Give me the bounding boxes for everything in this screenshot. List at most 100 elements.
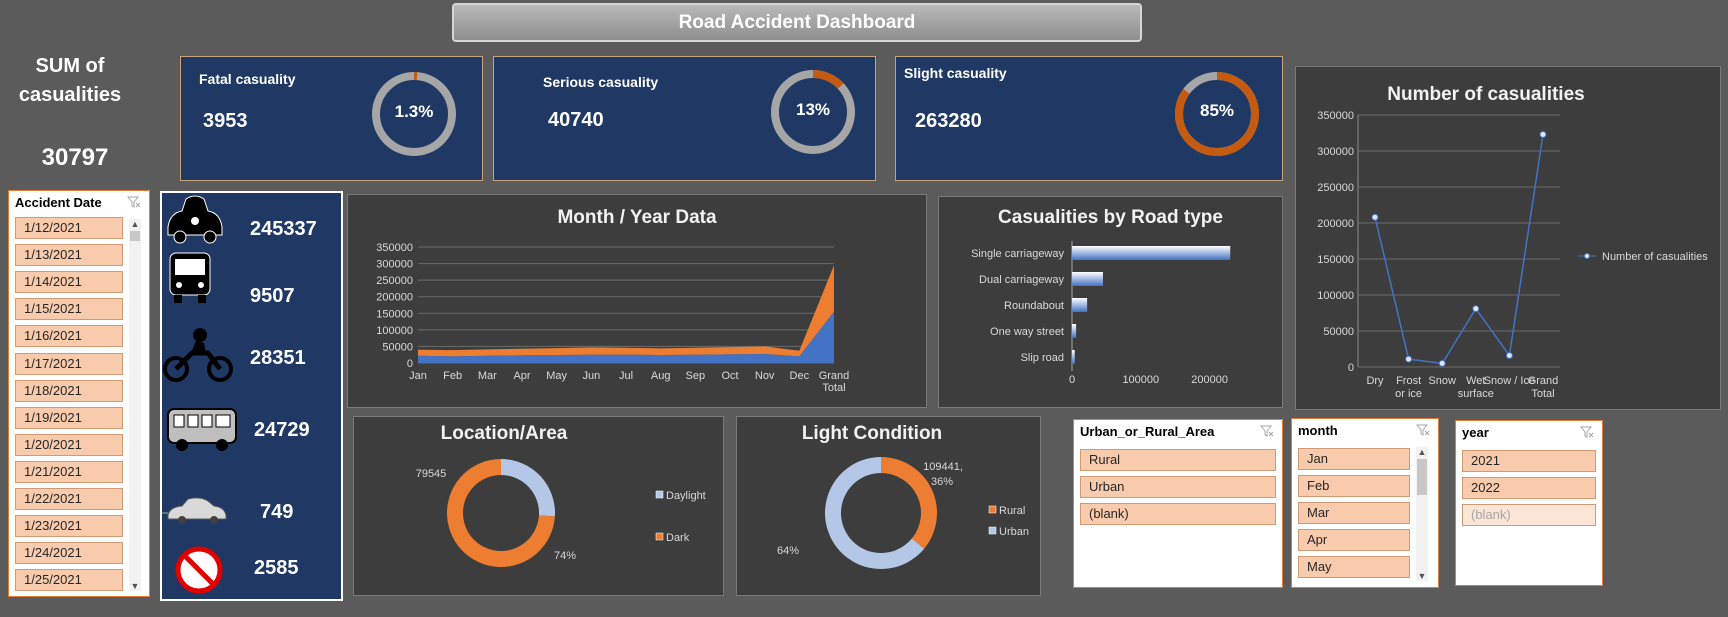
- slicer-item[interactable]: 2021: [1462, 450, 1596, 472]
- bus-icon: [169, 252, 211, 303]
- y-tick-label: 0: [407, 358, 413, 370]
- kpi-value: 40740: [548, 109, 604, 131]
- line-series: [1374, 134, 1544, 365]
- slicer-item[interactable]: 1/19/2021: [15, 406, 123, 429]
- x-tick-label: May: [546, 370, 567, 382]
- slicer-item[interactable]: 1/18/2021: [15, 379, 123, 402]
- slicer-item[interactable]: May: [1298, 556, 1410, 578]
- slicer-item[interactable]: 1/23/2021: [15, 515, 123, 538]
- kpi-value: 263280: [915, 110, 982, 132]
- light-donut-chart: Rural Urban 109441, 36% 64%: [777, 457, 1029, 569]
- sum-label-line1: SUM of: [35, 55, 105, 77]
- slicer-item[interactable]: Rural: [1080, 449, 1276, 471]
- kpi-value: 3953: [203, 110, 248, 132]
- x-tick-label-line: Total: [1531, 388, 1554, 400]
- x-tick-label: Nov: [755, 370, 775, 382]
- slicer-item[interactable]: 1/14/2021: [15, 271, 123, 294]
- y-tick-label: 150000: [1317, 254, 1354, 266]
- clear-filter-icon[interactable]: [1580, 426, 1594, 438]
- y-tick-label: 0: [1348, 362, 1354, 374]
- slicer-item[interactable]: Feb: [1298, 475, 1410, 497]
- slicer-item[interactable]: 1/20/2021: [15, 433, 123, 456]
- area-slicer: Urban_or_Rural_Area Rural Urban (blank): [1073, 419, 1283, 588]
- slicer-item[interactable]: 1/17/2021: [15, 352, 123, 375]
- month-slicer: month Jan Feb Mar Apr May ▲ ▼: [1291, 418, 1439, 588]
- data-label: 64%: [777, 545, 799, 557]
- area-series-2: [418, 265, 834, 357]
- slicer-item[interactable]: Mar: [1298, 502, 1410, 524]
- x-tick-label-line: Snow: [1428, 375, 1456, 387]
- y-tick-label: 150000: [376, 308, 413, 320]
- x-tick-label: Apr: [513, 370, 530, 382]
- kpi-card-fatal: Fatal casuality 3953 1.3%: [180, 56, 483, 181]
- clear-filter-icon[interactable]: [127, 196, 141, 208]
- x-tick-label: Snow: [1428, 375, 1456, 387]
- clear-filter-icon[interactable]: [1260, 425, 1274, 437]
- y-tick-label: Roundabout: [1004, 300, 1064, 312]
- y-tick-label: Slip road: [1021, 352, 1064, 364]
- month-slicer-scrollbar[interactable]: ▲ ▼: [1416, 447, 1428, 581]
- slicer-item[interactable]: 1/24/2021: [15, 542, 123, 565]
- kpi-card-slight: Slight casuality 263280 85%: [895, 56, 1283, 181]
- vehicle-value: 28351: [250, 347, 306, 369]
- slicer-item[interactable]: 1/13/2021: [15, 244, 123, 267]
- scroll-down-icon[interactable]: ▼: [129, 581, 141, 591]
- slicer-item[interactable]: 1/22/2021: [15, 488, 123, 510]
- date-slicer: Accident Date 1/12/2021 1/13/2021 1/14/202…: [8, 190, 150, 597]
- vehicle-value: 9507: [250, 285, 295, 307]
- slicer-item[interactable]: Urban: [1080, 476, 1276, 498]
- x-tick-label-line: Grand: [1528, 375, 1559, 387]
- y-tick-label: Dual carriageway: [979, 274, 1064, 286]
- x-tick-label: Jan: [409, 370, 427, 382]
- bar: [1072, 324, 1077, 338]
- x-tick-label-line: or ice: [1395, 388, 1422, 400]
- x-tick-label-line: surface: [1458, 388, 1494, 400]
- road-type-panel: Casualities by Road type Single carriage…: [938, 196, 1283, 408]
- legend-swatch: [988, 505, 997, 514]
- y-tick-label: One way street: [990, 326, 1064, 338]
- scroll-thumb[interactable]: [1417, 459, 1427, 495]
- data-label: 79545: [416, 468, 447, 480]
- x-tick-label-line: Dry: [1366, 375, 1384, 387]
- bar: [1072, 350, 1075, 364]
- bar: [1072, 272, 1103, 286]
- slicer-item[interactable]: 1/12/2021: [15, 217, 123, 239]
- slicer-title: Accident Date: [15, 195, 102, 210]
- date-slicer-scrollbar[interactable]: ▲ ▼: [129, 219, 141, 591]
- clear-filter-icon[interactable]: [1416, 424, 1430, 436]
- scroll-down-icon[interactable]: ▼: [1416, 571, 1428, 581]
- slicer-item[interactable]: 1/25/2021: [15, 569, 123, 592]
- slicer-item[interactable]: 1/21/2021: [15, 460, 123, 483]
- slicer-item[interactable]: 1/16/2021: [15, 325, 123, 348]
- donut-slice: [501, 459, 555, 517]
- x-tick-label: Sep: [686, 370, 706, 382]
- slicer-item[interactable]: Apr: [1298, 529, 1410, 551]
- legend-marker: [1584, 253, 1590, 259]
- slicer-item[interactable]: (blank): [1462, 504, 1596, 526]
- year-slicer: year 2021 2022 (blank): [1455, 420, 1603, 586]
- road-type-chart: Single carriageway Dual carriageway Rounda…: [971, 241, 1231, 386]
- slicer-item[interactable]: (blank): [1080, 503, 1276, 525]
- vehicle-value: 24729: [254, 419, 310, 441]
- data-label: 36%: [931, 476, 953, 488]
- slicer-item[interactable]: 1/15/2021: [15, 298, 123, 321]
- scroll-up-icon[interactable]: ▲: [1416, 447, 1428, 457]
- kpi-label: Slight casuality: [904, 65, 1007, 81]
- y-tick-label: 100000: [376, 325, 413, 337]
- slicer-item[interactable]: Jan: [1298, 448, 1410, 470]
- x-tick-label-line: Grand: [819, 370, 850, 382]
- legend-swatch: [655, 490, 664, 499]
- scroll-thumb[interactable]: [130, 231, 140, 241]
- slicer-title: year: [1462, 425, 1489, 440]
- kpi-percent: 1.3%: [394, 102, 434, 121]
- x-tick-label: Jul: [619, 370, 633, 382]
- line-point: [1505, 351, 1513, 359]
- dashboard-title: Road Accident Dashboard: [452, 3, 1142, 42]
- x-tick-label: 100000: [1122, 374, 1159, 386]
- slicer-title: Urban_or_Rural_Area: [1080, 424, 1215, 439]
- slicer-item[interactable]: 2022: [1462, 477, 1596, 499]
- legend-swatch: [988, 526, 997, 535]
- y-tick-label: 200000: [376, 292, 413, 304]
- scroll-up-icon[interactable]: ▲: [129, 219, 141, 229]
- month-year-panel: Month / Year Data 0 50000 100000 150000 2000…: [347, 194, 927, 408]
